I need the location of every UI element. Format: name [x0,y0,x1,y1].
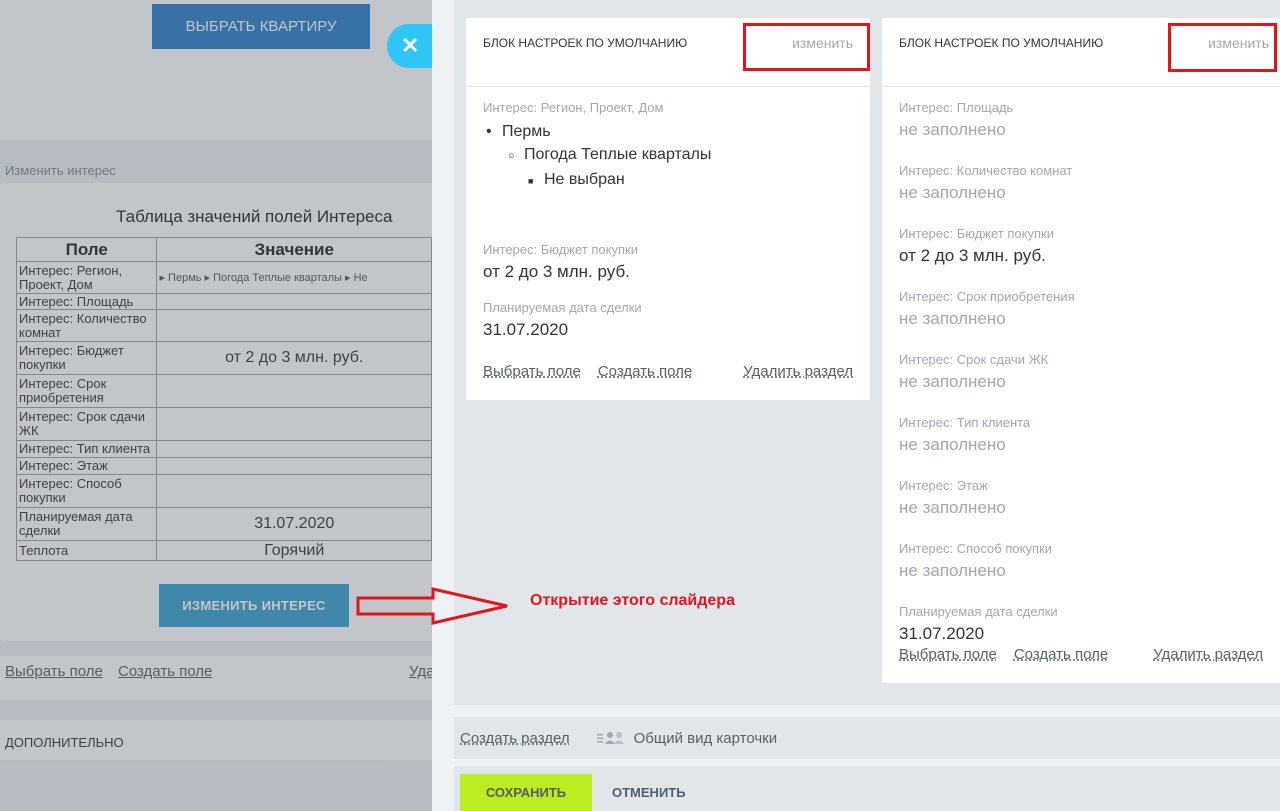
field-value: не заполнено [899,372,1006,391]
card-footer: Выбрать поле Создать поле Удалить раздел [483,363,853,380]
field-value: 31.07.2020 [483,320,569,339]
field-value: не заполнено [899,498,1006,517]
field-label: Интерес: Регион, Проект, Дом [483,100,664,115]
slider-panel: БЛОК НАСТРОЕК ПО УМОЛЧАНИЮ изменить Инте… [432,0,1280,811]
annotation-text: Открытие этого слайдера [530,592,735,609]
create-field-link[interactable]: Создать поле [1014,646,1108,663]
tree-item-level3: ■ Не выбран [528,171,625,188]
card-footer: Выбрать поле Создать поле Удалить раздел [899,646,1263,663]
card-title: БЛОК НАСТРОЕК ПО УМОЛЧАНИЮ [899,36,1104,50]
region-tree: • Пермь ○ Погода Теплые кварталы ■ Не выбра… [486,120,870,242]
close-icon: ✕ [401,33,420,58]
create-field-link[interactable]: Создать поле [598,363,692,380]
save-button[interactable]: СОХРАНИТЬ [460,774,592,811]
field-label: Интерес: Способ покупки [899,541,1052,556]
field-value: не заполнено [899,435,1006,454]
field-block: Интерес: Количество комнат не заполнено [882,163,1280,226]
field-label: Интерес: Срок приобретения [899,289,1075,304]
field-label: Интерес: Бюджет покупки [483,242,638,257]
field-value: от 2 до 3 млн. руб. [483,262,630,281]
tree-item-label: Пермь [502,123,551,140]
annotation-arrow-icon [356,587,508,625]
highlight-box [1168,23,1277,72]
tree-item-level2: ○ Погода Теплые кварталы [508,146,712,163]
tree-item-label: Не выбран [544,171,625,188]
settings-card-left: БЛОК НАСТРОЕК ПО УМОЛЧАНИЮ изменить Инте… [466,18,870,400]
card-fields: Интерес: Площадь не заполнено Интерес: Ко… [882,100,1280,667]
save-bar: СОХРАНИТЬ ОТМЕНИТЬ [454,766,1280,811]
field-label: Интерес: Бюджет покупки [899,226,1054,241]
field-block: Интерес: Бюджет покупки от 2 до 3 млн. ру… [882,226,1280,289]
field-label: Интерес: Количество комнат [899,163,1073,178]
card-title: БЛОК НАСТРОЕК ПО УМОЛЧАНИЮ [483,36,688,50]
field-value: от 2 до 3 млн. руб. [899,246,1046,265]
tree-item-label: Погода Теплые кварталы [524,146,712,163]
field-label: Планируемая дата сделки [483,300,642,315]
field-value: 31.07.2020 [899,624,985,643]
field-block: Интерес: Срок приобретения не заполнено [882,289,1280,352]
field-label: Интерес: Этаж [899,478,988,493]
field-value: не заполнено [899,309,1006,328]
field-value: не заполнено [899,120,1006,139]
field-label: Интерес: Тип клиента [899,415,1031,430]
close-slider-button[interactable]: ✕ [387,24,433,68]
field-block: Интерес: Срок сдачи ЖК не заполнено [882,352,1280,415]
select-field-link[interactable]: Выбрать поле [899,646,997,663]
card-view-link[interactable]: Общий вид карточки [596,729,778,747]
create-section-link[interactable]: Создать раздел [460,730,570,747]
field-block: Интерес: Способ покупки не заполнено [882,541,1280,604]
field-block: Интерес: Этаж не заполнено [882,478,1280,541]
highlight-box [743,23,870,71]
overlay-dim[interactable] [0,0,432,811]
section-actions-bar: Создать раздел Общий вид карточки [454,717,1280,759]
card-view-label: Общий вид карточки [633,729,778,747]
delete-section-link[interactable]: Удалить раздел [1153,646,1263,663]
field-value: не заполнено [899,561,1006,580]
settings-card-right: БЛОК НАСТРОЕК ПО УМОЛЧАНИЮ изменить Инте… [882,18,1280,683]
tree-item-level1: • Пермь [486,123,551,140]
users-icon [596,732,624,744]
field-value: не заполнено [899,183,1006,202]
delete-section-link[interactable]: Удалить раздел [743,363,853,380]
field-block: Интерес: Тип клиента не заполнено [882,415,1280,478]
cancel-button[interactable]: ОТМЕНИТЬ [612,774,686,811]
field-label: Интерес: Площадь [899,100,1014,115]
select-field-link[interactable]: Выбрать поле [483,363,581,380]
field-block: Интерес: Площадь не заполнено [882,100,1280,163]
field-label: Интерес: Срок сдачи ЖК [899,352,1049,367]
field-label: Планируемая дата сделки [899,604,1058,619]
